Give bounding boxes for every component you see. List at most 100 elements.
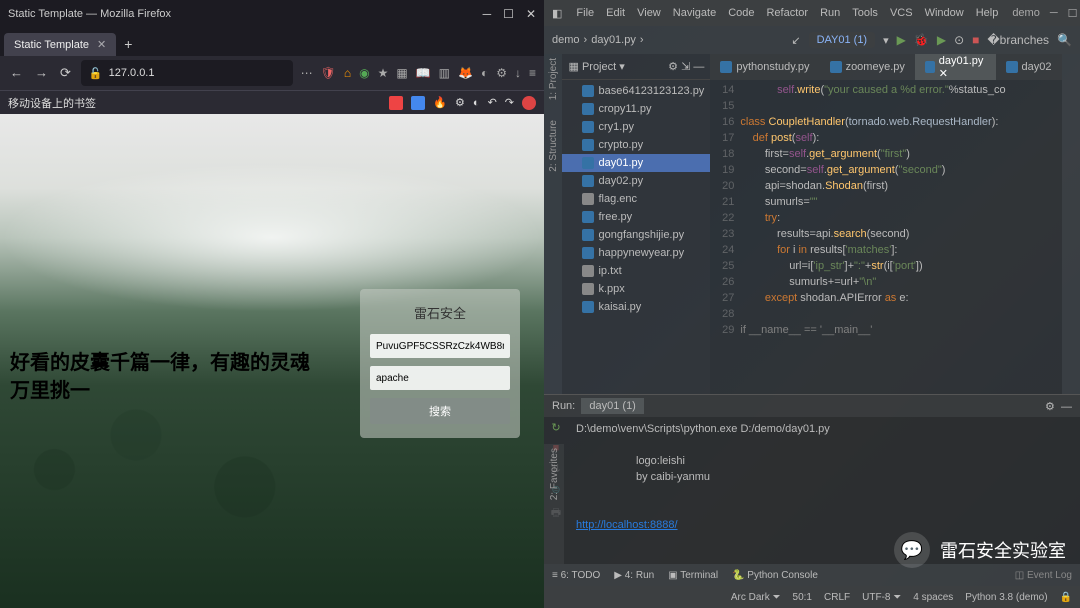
menu-edit[interactable]: Edit: [606, 7, 625, 19]
menu-refactor[interactable]: Refactor: [766, 7, 808, 19]
file-item[interactable]: ip.txt: [562, 262, 710, 280]
editor-tab[interactable]: day01.py ✕: [915, 54, 996, 80]
bookmark-icon[interactable]: ⚙: [455, 96, 465, 109]
query-input[interactable]: [370, 366, 510, 390]
bookmark-icon[interactable]: ↷: [505, 96, 514, 109]
bookmark-icon[interactable]: ↶: [488, 96, 497, 109]
browser-tab[interactable]: Static Template ✕: [4, 33, 116, 56]
tool-window-button[interactable]: ▶ 4: Run: [614, 570, 654, 581]
search-button[interactable]: 搜索: [370, 398, 510, 424]
status-theme[interactable]: Arc Dark ⏷: [731, 592, 781, 603]
menu-tools[interactable]: Tools: [852, 7, 878, 19]
ext-icon[interactable]: ▥: [437, 64, 452, 82]
status-eol[interactable]: CRLF: [824, 592, 850, 603]
tool-window-button[interactable]: ≡ 6: TODO: [552, 570, 600, 581]
output-link[interactable]: http://localhost:8888/: [576, 519, 678, 531]
url-bar[interactable]: 🔓 127.0.0.1: [81, 60, 293, 86]
code-content[interactable]: self.write("your caused a %d error."%sta…: [740, 80, 1061, 394]
menu-vcs[interactable]: VCS: [890, 7, 913, 19]
status-pos[interactable]: 50:1: [793, 592, 812, 603]
ext-icon[interactable]: ◉: [357, 64, 371, 82]
menu-run[interactable]: Run: [820, 7, 840, 19]
menu-navigate[interactable]: Navigate: [673, 7, 716, 19]
project-tool-button[interactable]: 1: Project: [548, 58, 559, 100]
coverage-button[interactable]: ▶: [937, 33, 946, 47]
stop-button[interactable]: ■: [972, 33, 979, 47]
minimize-icon[interactable]: ─: [1050, 7, 1058, 20]
editor-tab[interactable]: zoomeye.py: [820, 54, 915, 80]
run-button[interactable]: ▶: [897, 33, 906, 47]
bookmark-icon[interactable]: 🔥: [433, 96, 447, 109]
ext-icon[interactable]: 🛡: [319, 64, 338, 82]
menu-view[interactable]: View: [637, 7, 661, 19]
menu-button[interactable]: ≡: [527, 64, 538, 82]
bookmark-icon[interactable]: [522, 96, 536, 110]
ext-icon[interactable]: 📖: [414, 64, 433, 82]
new-tab-button[interactable]: +: [116, 32, 140, 56]
file-item[interactable]: flag.enc: [562, 190, 710, 208]
reload-button[interactable]: ⟳: [56, 61, 75, 85]
maximize-icon[interactable]: ☐: [503, 7, 514, 21]
run-config-selector[interactable]: DAY01 (1): [809, 32, 876, 48]
ext-icon[interactable]: ▦: [394, 64, 409, 82]
status-indent[interactable]: 4 spaces: [913, 592, 953, 603]
structure-tool-button[interactable]: 2: Structure: [548, 120, 559, 172]
forward-button[interactable]: →: [31, 61, 52, 85]
minimize-icon[interactable]: ─: [483, 7, 492, 21]
hide-icon[interactable]: —: [1061, 401, 1072, 413]
file-item[interactable]: crypto.py: [562, 136, 710, 154]
bookmarks-label[interactable]: 移动设备上的书签: [8, 95, 96, 111]
menu-help[interactable]: Help: [976, 7, 999, 19]
vcs-button[interactable]: �branches: [987, 33, 1049, 47]
back-button[interactable]: ←: [6, 61, 27, 85]
bookmark-icon[interactable]: [411, 96, 425, 110]
editor-tab[interactable]: pythonstudy.py: [710, 54, 819, 80]
file-item[interactable]: gongfangshijie.py: [562, 226, 710, 244]
menu-file[interactable]: File: [576, 7, 594, 19]
menu-window[interactable]: Window: [925, 7, 964, 19]
bookmark-icon[interactable]: ◐: [473, 97, 480, 109]
ext-icon[interactable]: ↓: [513, 64, 523, 82]
ext-icon[interactable]: ⋯: [299, 64, 315, 82]
event-log-button[interactable]: ◫ Event Log: [1015, 570, 1072, 581]
file-item[interactable]: cropy11.py: [562, 100, 710, 118]
file-item[interactable]: cry1.py: [562, 118, 710, 136]
search-button[interactable]: 🔍: [1057, 33, 1072, 47]
status-interpreter[interactable]: Python 3.8 (demo): [965, 592, 1047, 603]
editor-tab[interactable]: day02: [996, 54, 1062, 80]
tool-window-button[interactable]: ▣ Terminal: [668, 570, 718, 581]
maximize-icon[interactable]: ☐: [1068, 7, 1078, 20]
file-item[interactable]: free.py: [562, 208, 710, 226]
bookmark-icon[interactable]: [389, 96, 403, 110]
ext-icon[interactable]: 🦊: [456, 64, 475, 82]
rerun-button[interactable]: ↻: [551, 421, 560, 434]
file-item[interactable]: base64123123123.py: [562, 82, 710, 100]
file-item[interactable]: k.ppx: [562, 280, 710, 298]
favorites-tool-button[interactable]: 2: Favorites: [549, 448, 560, 500]
chevron-down-icon[interactable]: ▾: [883, 34, 889, 47]
ext-icon[interactable]: ⌂: [342, 64, 353, 82]
breadcrumb-item[interactable]: day01.py: [591, 34, 636, 46]
token-input[interactable]: [370, 334, 510, 358]
file-item[interactable]: day01.py: [562, 154, 710, 172]
breadcrumb-item[interactable]: demo: [552, 34, 580, 46]
bookmarks-bar: 移动设备上的书签 🔥 ⚙ ◐ ↶ ↷: [0, 90, 544, 114]
file-item[interactable]: happynewyear.py: [562, 244, 710, 262]
tab-close-icon[interactable]: ✕: [97, 38, 106, 51]
ext-icon[interactable]: ★: [376, 64, 391, 82]
close-icon[interactable]: ✕: [526, 7, 536, 21]
file-item[interactable]: kaisai.py: [562, 298, 710, 316]
add-config-icon[interactable]: ↙: [791, 34, 800, 47]
gear-icon[interactable]: ⚙: [1045, 401, 1055, 413]
menu-code[interactable]: Code: [728, 7, 754, 19]
ext-icon[interactable]: ⚙: [494, 64, 509, 82]
run-tab[interactable]: day01 (1): [581, 398, 643, 414]
ext-icon[interactable]: ◐: [479, 64, 490, 82]
tool-window-button[interactable]: 🐍 Python Console: [732, 570, 818, 581]
file-item[interactable]: day02.py: [562, 172, 710, 190]
profile-button[interactable]: ⊙: [954, 33, 964, 47]
status-encoding[interactable]: UTF-8 ⏷: [862, 592, 901, 603]
debug-button[interactable]: 🐞: [914, 33, 929, 47]
lock-icon[interactable]: 🔒: [1060, 592, 1072, 603]
panel-settings-icon[interactable]: ⚙ ⇲ —: [668, 60, 704, 73]
